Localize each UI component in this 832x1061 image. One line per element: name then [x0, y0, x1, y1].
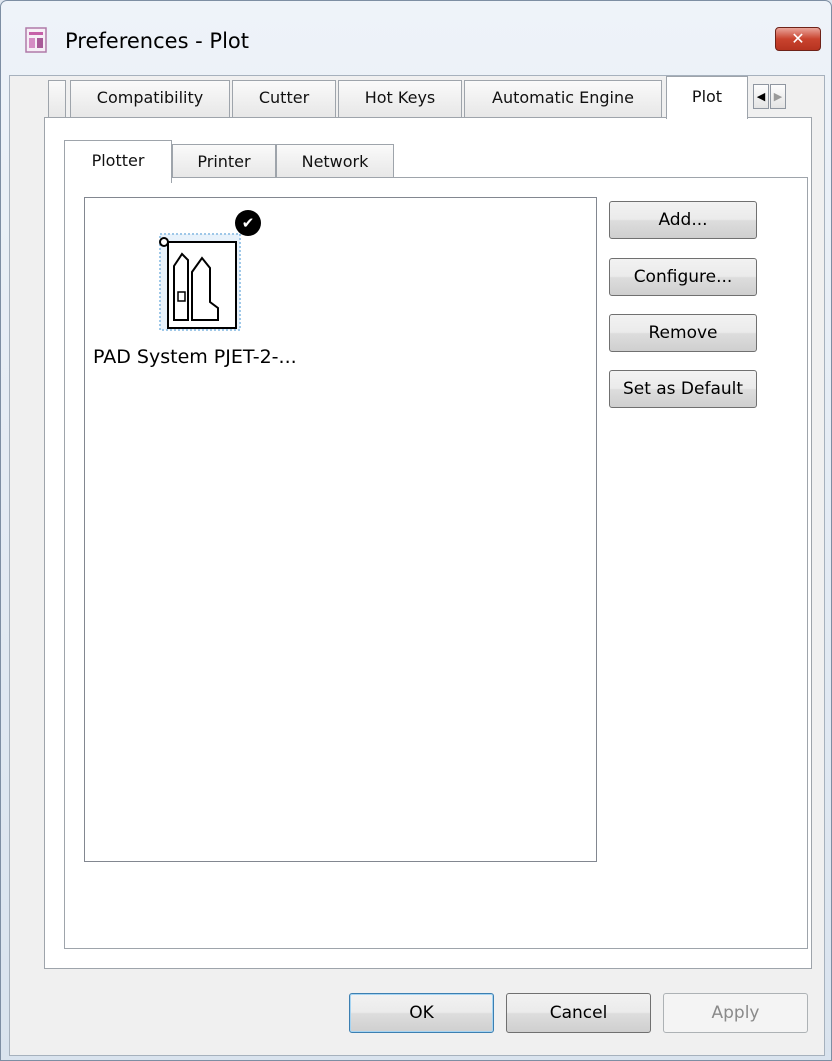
title-bar[interactable]: Preferences - Plot ✕ — [1, 1, 832, 75]
tab-partial-hidden[interactable] — [48, 80, 66, 117]
close-icon: ✕ — [791, 29, 805, 48]
tab-automatic-engine[interactable]: Automatic Engine — [464, 80, 662, 117]
tab-hot-keys[interactable]: Hot Keys — [338, 80, 462, 117]
tab-compatibility[interactable]: Compatibility — [70, 80, 230, 117]
cancel-button[interactable]: Cancel — [506, 993, 651, 1033]
add-button[interactable]: Add... — [609, 201, 757, 239]
arrow-left-icon: ◀ — [756, 90, 766, 103]
ok-button[interactable]: OK — [349, 993, 494, 1033]
plotter-item-label: PAD System PJET-2-... — [93, 346, 297, 368]
arrow-right-icon: ▶ — [773, 90, 783, 103]
configure-button[interactable]: Configure... — [609, 258, 757, 296]
set-as-default-button[interactable]: Set as Default — [609, 370, 757, 408]
subtab-network[interactable]: Network — [276, 144, 394, 178]
apply-button[interactable]: Apply — [663, 993, 808, 1033]
app-icon — [25, 27, 47, 53]
plotter-icon — [159, 233, 241, 331]
window-title: Preferences - Plot — [65, 29, 250, 53]
tab-cutter[interactable]: Cutter — [232, 80, 336, 117]
subtab-printer[interactable]: Printer — [172, 144, 276, 178]
tab-scroll-right-button[interactable]: ▶ — [770, 84, 786, 109]
tab-plot[interactable]: Plot — [666, 76, 748, 119]
tab-scroll-left-button[interactable]: ◀ — [753, 84, 769, 109]
subtab-plotter[interactable]: Plotter — [64, 140, 172, 183]
close-button[interactable]: ✕ — [775, 27, 821, 51]
remove-button[interactable]: Remove — [609, 314, 757, 352]
